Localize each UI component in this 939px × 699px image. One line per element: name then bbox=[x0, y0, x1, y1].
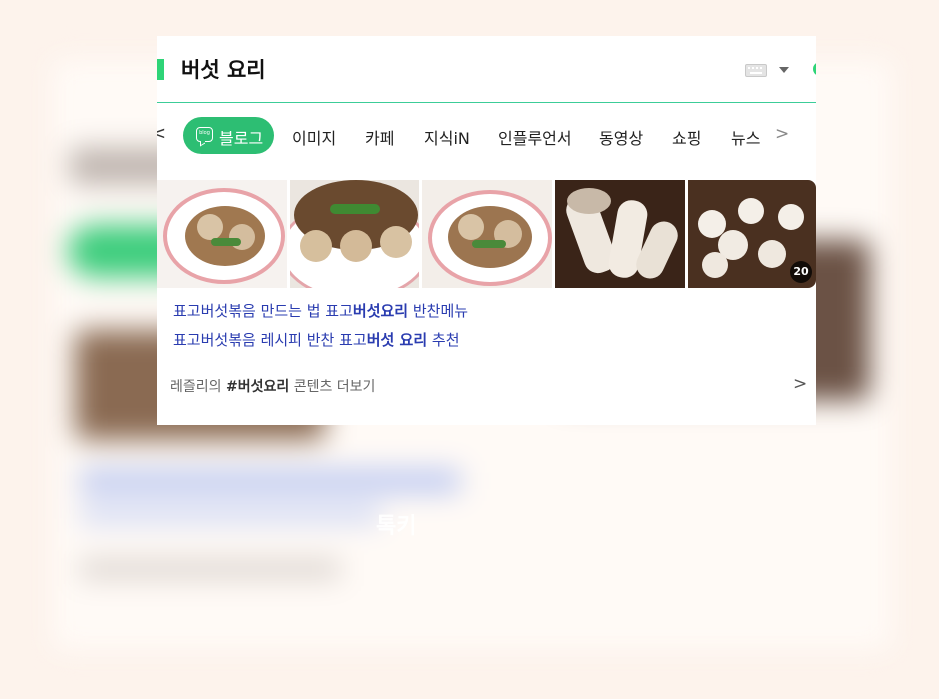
result-text: 표고버섯볶음 레시피 반찬 표고 bbox=[173, 331, 367, 349]
tab-bar: < blog 블로그 이미지 카페 지식iN 인플루언서 동영상 쇼핑 뉴스 > bbox=[157, 103, 816, 169]
more-prefix: 레즐리의 bbox=[170, 379, 226, 395]
more-content-link[interactable]: 레즐리의 #버섯요리 콘텐츠 더보기 > bbox=[157, 367, 816, 407]
food-photo[interactable] bbox=[422, 180, 552, 288]
search-query[interactable]: 버섯 요리 bbox=[181, 54, 266, 84]
result-highlight: 버섯 요리 bbox=[366, 331, 428, 349]
search-button[interactable] bbox=[813, 62, 816, 76]
tab-knowledge-in[interactable]: 지식iN bbox=[424, 125, 470, 149]
result-link[interactable]: 표고버섯볶음 만드는 법 표고버섯요리 반찬메뉴 bbox=[173, 300, 468, 321]
food-photo[interactable] bbox=[290, 180, 419, 288]
bg-text-line bbox=[80, 560, 340, 578]
tab-label: 블로그 bbox=[219, 129, 264, 148]
result-text: 반찬메뉴 bbox=[408, 302, 469, 320]
tab-prev-arrow[interactable]: < bbox=[157, 123, 166, 144]
image-count-badge: 20 bbox=[790, 261, 812, 283]
more-content-label: 레즐리의 #버섯요리 콘텐츠 더보기 bbox=[170, 376, 375, 396]
chevron-right-icon: > bbox=[793, 374, 808, 394]
blog-icon: blog bbox=[196, 127, 213, 142]
tab-images[interactable]: 이미지 bbox=[292, 125, 336, 149]
result-highlight: 버섯요리 bbox=[352, 302, 409, 320]
caret-down-icon[interactable] bbox=[779, 67, 789, 73]
tab-cafe[interactable]: 카페 bbox=[365, 125, 394, 149]
food-photo[interactable] bbox=[555, 180, 685, 288]
tab-blog[interactable]: blog 블로그 bbox=[183, 117, 274, 154]
bg-text-line bbox=[80, 470, 460, 492]
result-text: 표고버섯볶음 만드는 법 표고 bbox=[173, 302, 353, 320]
tab-news[interactable]: 뉴스 bbox=[731, 125, 760, 149]
bg-text-line bbox=[80, 505, 380, 523]
search-accent-bar bbox=[157, 59, 164, 80]
result-link[interactable]: 표고버섯볶음 레시피 반찬 표고버섯 요리 추천 bbox=[173, 329, 460, 350]
result-text: 추천 bbox=[427, 331, 460, 349]
search-header: 버섯 요리 bbox=[157, 36, 816, 103]
search-result-card: 버섯 요리 < blog 블로그 이미지 카페 지식iN 인플루언서 동영상 쇼… bbox=[157, 36, 816, 425]
food-photo[interactable] bbox=[157, 180, 287, 288]
more-hashtag: #버섯요리 bbox=[225, 379, 290, 395]
tab-influencer[interactable]: 인플루언서 bbox=[498, 125, 572, 149]
tab-next-arrow[interactable]: > bbox=[775, 124, 789, 144]
image-gallery: 20 bbox=[157, 180, 816, 288]
food-photo[interactable]: 20 bbox=[688, 180, 816, 288]
more-suffix: 콘텐츠 더보기 bbox=[289, 379, 376, 395]
bg-blurred-label: 톡키 bbox=[376, 514, 417, 539]
tab-shopping[interactable]: 쇼핑 bbox=[672, 125, 701, 149]
keyboard-icon[interactable] bbox=[745, 64, 767, 77]
tab-video[interactable]: 동영상 bbox=[599, 125, 643, 149]
